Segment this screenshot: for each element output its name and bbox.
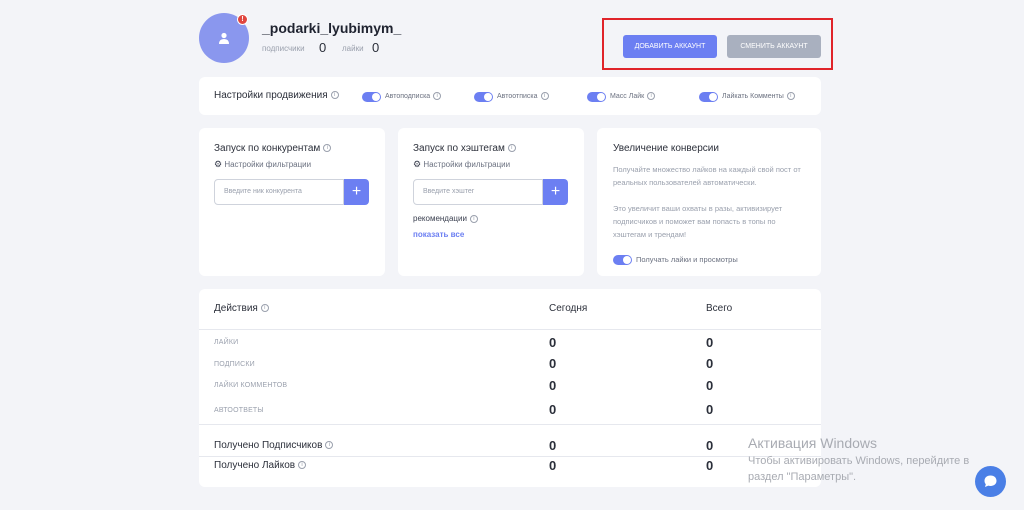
- info-icon: i: [433, 92, 442, 100]
- info-icon: i: [260, 304, 269, 313]
- toggle-get-likes-views[interactable]: [613, 255, 632, 265]
- competitors-title: Запуск по конкурентам i: [214, 143, 332, 154]
- competitors-filter-settings[interactable]: ⚙ Настройки фильтрации: [214, 159, 311, 170]
- windows-activation-title: Активация Windows: [748, 435, 878, 451]
- hashtags-title: Запуск по хэштегам i: [413, 143, 516, 154]
- info-icon: i: [330, 91, 339, 100]
- promotion-settings-title: Настройки продвижения i: [214, 90, 339, 101]
- stats-row-label: лайки: [214, 339, 239, 346]
- received-likes-total: 0: [706, 458, 714, 473]
- competitor-input[interactable]: Введите ник конкурента: [214, 179, 344, 205]
- add-account-button[interactable]: ДОБАВИТЬ АККАУНТ: [623, 35, 717, 58]
- windows-activation-line2: раздел "Параметры".: [748, 471, 857, 483]
- windows-activation-line1: Чтобы активировать Windows, перейдите в: [748, 455, 970, 467]
- conversion-description-2: Это увеличит ваши охваты в разы, активиз…: [613, 204, 783, 239]
- received-followers-total: 0: [706, 438, 714, 453]
- gear-icon: ⚙: [413, 159, 422, 169]
- username: _podarki_lyubimym_: [262, 20, 402, 36]
- hashtags-filter-settings[interactable]: ⚙ Настройки фильтрации: [413, 159, 510, 170]
- likes-label: лайки: [342, 44, 364, 53]
- stats-row-label: лайки комментов: [214, 382, 288, 389]
- stats-row-label: подписки: [214, 361, 255, 368]
- promotion-settings-bar: Настройки продвижения i Автоподписка i Авт…: [199, 77, 821, 115]
- toggle-like-comments[interactable]: [699, 92, 718, 102]
- info-icon: i: [540, 92, 549, 100]
- stats-row-total: 0: [706, 378, 714, 393]
- hashtags-card: Запуск по хэштегам i ⚙ Настройки фильтрац…: [398, 128, 584, 276]
- user-icon: [219, 32, 229, 44]
- toggle-get-likes-views-label: Получать лайки и просмотры: [636, 255, 738, 264]
- info-icon: i: [469, 214, 478, 223]
- stats-row-today: 0: [549, 402, 557, 417]
- conversion-title: Увеличение конверсии: [613, 143, 719, 154]
- hashtag-input[interactable]: Введите хэштег: [413, 179, 543, 205]
- info-icon: i: [647, 92, 656, 100]
- received-followers-label: Получено Подписчиков i: [214, 440, 334, 451]
- stats-header-divider: [199, 329, 821, 330]
- toggle-masslike[interactable]: [587, 92, 606, 102]
- stats-summary-divider: [199, 424, 821, 425]
- stats-col-actions: Действия i: [214, 303, 269, 314]
- received-likes-today: 0: [549, 458, 557, 473]
- info-icon: i: [298, 461, 307, 470]
- recommendations-label: рекомендации i: [413, 214, 478, 223]
- toggle-autounfollow[interactable]: [474, 92, 493, 102]
- stats-col-total: Всего: [706, 303, 733, 314]
- conversion-description-1: Получайте множество лайков на каждый сво…: [613, 165, 801, 187]
- toggle-autofollow-label: Автоподписка i: [385, 92, 442, 100]
- chat-button[interactable]: [975, 466, 1006, 497]
- toggle-autounfollow-label: Автоотписка i: [497, 92, 549, 100]
- stats-row-label: автоответы: [214, 407, 264, 414]
- show-all-link[interactable]: показать все: [413, 230, 464, 239]
- conversion-card: Увеличение конверсии Получайте множество…: [597, 128, 821, 276]
- info-icon: i: [323, 144, 332, 153]
- followers-label: подписчики: [262, 44, 305, 53]
- toggle-masslike-label: Масс Лайк i: [610, 92, 656, 100]
- add-competitor-button[interactable]: +: [344, 179, 369, 205]
- stats-row-total: 0: [706, 402, 714, 417]
- received-followers-today: 0: [549, 438, 557, 453]
- stats-row-today: 0: [549, 356, 557, 371]
- stats-row-today: 0: [549, 335, 557, 350]
- competitors-card: Запуск по конкурентам i ⚙ Настройки фильт…: [199, 128, 385, 276]
- info-icon: i: [507, 144, 516, 153]
- received-likes-label: Получено Лайков i: [214, 460, 307, 471]
- stats-row-total: 0: [706, 356, 714, 371]
- stats-col-today: Сегодня: [549, 303, 588, 314]
- info-icon: i: [786, 92, 795, 100]
- stats-row-total: 0: [706, 335, 714, 350]
- likes-count: 0: [372, 40, 380, 55]
- stats-summary-divider-2: [199, 456, 821, 457]
- add-hashtag-button[interactable]: +: [543, 179, 568, 205]
- info-icon: i: [325, 441, 334, 450]
- gear-icon: ⚙: [214, 159, 223, 169]
- stats-row-today: 0: [549, 378, 557, 393]
- stats-card: Действия i Сегодня Всего лайки 0 0 подпис…: [199, 289, 821, 487]
- chat-bubble-icon: [984, 475, 997, 487]
- toggle-autofollow[interactable]: [362, 92, 381, 102]
- switch-account-button[interactable]: СМЕНИТЬ АККАУНТ: [727, 35, 821, 58]
- followers-count: 0: [319, 40, 327, 55]
- notification-badge: !: [237, 14, 248, 25]
- toggle-like-comments-label: Лайкать Комменты i: [722, 92, 795, 100]
